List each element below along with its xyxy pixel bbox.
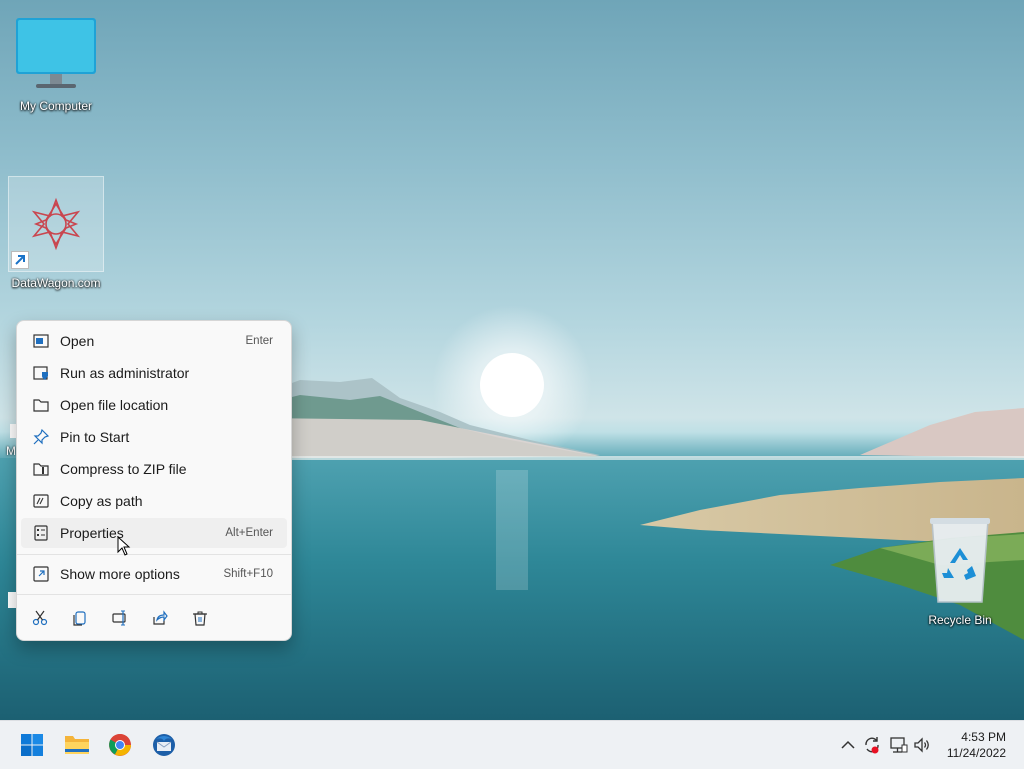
menu-item-label: Compress to ZIP file [60, 461, 187, 477]
selection-highlight [8, 176, 104, 272]
mouse-cursor-icon [117, 535, 131, 561]
taskbar-clock[interactable]: 4:53 PM 11/24/2022 [947, 729, 1006, 761]
zip-folder-icon [33, 461, 49, 477]
menu-item-label: Open file location [60, 397, 169, 413]
taskbar-thunderbird[interactable] [144, 725, 184, 765]
desktop-icon-label: DataWagon.com [11, 276, 101, 290]
volume-icon[interactable] [912, 735, 932, 755]
share-button[interactable] [146, 605, 174, 631]
delete-button[interactable] [186, 605, 214, 631]
menu-separator [17, 594, 291, 595]
cut-button[interactable] [26, 605, 54, 631]
recycle-bin-icon [920, 518, 1000, 612]
menu-separator [17, 554, 291, 555]
start-button[interactable] [12, 725, 52, 765]
menu-item-label: Show more options [60, 566, 180, 582]
menu-item-label: Pin to Start [60, 429, 130, 445]
menu-item-shortcut: Shift+F10 [223, 568, 273, 580]
taskbar: 4:53 PM 11/24/2022 [0, 720, 1024, 769]
menu-item-compress-to-zip[interactable]: Compress to ZIP file [21, 454, 287, 484]
menu-item-copy-as-path[interactable]: Copy as path [21, 486, 287, 516]
desktop-icon-my-computer[interactable]: My Computer [8, 14, 104, 113]
menu-item-properties[interactable]: Properties Alt+Enter [21, 518, 287, 548]
menu-item-open-file-location[interactable]: Open file location [21, 390, 287, 420]
desktop-icon-label: M [6, 444, 16, 458]
sync-icon[interactable] [862, 735, 882, 755]
desktop-icon-datawagon[interactable]: DataWagon.com [8, 176, 104, 290]
folder-icon [33, 397, 49, 413]
shortcut-arrow-icon [11, 251, 29, 269]
pin-icon [33, 428, 50, 445]
clock-time: 4:53 PM [961, 730, 1006, 744]
copy-button[interactable] [66, 605, 94, 631]
more-options-icon [33, 566, 49, 582]
menu-item-label: Open [60, 333, 95, 349]
network-icon[interactable] [888, 735, 908, 755]
monitor-icon [12, 18, 100, 98]
menu-item-run-as-administrator[interactable]: Run as administrator [21, 358, 287, 388]
taskbar-file-explorer[interactable] [56, 725, 96, 765]
desktop-icon-label: My Computer [19, 99, 93, 113]
taskbar-chrome[interactable] [100, 725, 140, 765]
menu-item-show-more-options[interactable]: Show more options Shift+F10 [21, 559, 287, 589]
rename-button[interactable] [106, 605, 134, 631]
menu-item-open[interactable]: Open Enter [21, 326, 287, 356]
properties-icon [33, 525, 49, 541]
clock-date: 11/24/2022 [946, 746, 1006, 760]
open-window-icon [33, 333, 49, 349]
menu-item-shortcut: Alt+Enter [225, 527, 273, 539]
desktop-icon-label: Recycle Bin [928, 613, 992, 627]
context-menu: Open Enter Run as administrator Open fil… [16, 320, 292, 641]
desktop-icon-recycle-bin[interactable]: Recycle Bin [912, 514, 1008, 627]
menu-item-label: Copy as path [60, 493, 143, 509]
menu-item-pin-to-start[interactable]: Pin to Start [21, 422, 287, 452]
menu-item-shortcut: Enter [245, 335, 274, 347]
menu-item-label: Run as administrator [60, 365, 190, 381]
chevron-up-icon[interactable] [838, 735, 858, 755]
copy-path-icon [33, 493, 49, 509]
admin-shield-icon [33, 365, 49, 381]
menu-item-label: Properties [60, 525, 124, 541]
